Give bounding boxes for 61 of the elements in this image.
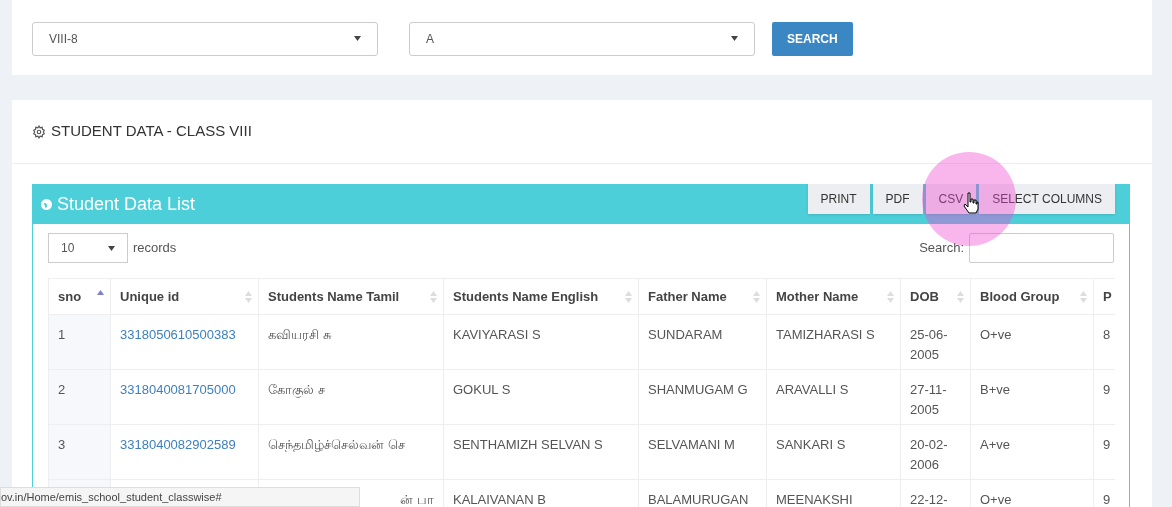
table-cell-text: KALAIVANAN B: [453, 491, 547, 507]
table-cell-text: SHANMUGAM G: [648, 381, 749, 399]
search-button[interactable]: SEARCH: [772, 21, 853, 56]
table-cell-text: O+ve: [980, 326, 1013, 344]
column-header[interactable]: Father Name: [638, 278, 767, 315]
export-button[interactable]: PRINT: [807, 184, 870, 214]
table-cell-text: 2: [58, 381, 67, 399]
settings-icon: [32, 124, 46, 139]
hand-cursor-icon: [963, 192, 979, 214]
select-value: VIII-8: [49, 30, 78, 48]
column-header[interactable]: Students Name English: [443, 278, 639, 315]
table-cell-text: SANKARI S: [776, 436, 847, 454]
table-cell-text: 27-11-2005: [910, 381, 948, 419]
column-header[interactable]: Mother Name: [766, 278, 901, 315]
select-value: A: [426, 30, 434, 48]
table-cell-text: O+ve: [980, 491, 1013, 507]
table-cell-text: TAMIZHARASI S: [776, 326, 876, 344]
export-button[interactable]: PDF: [872, 184, 923, 214]
column-header[interactable]: Blood Group: [970, 278, 1094, 315]
section-title: STUDENT DATA - CLASS VIII: [51, 121, 252, 142]
status-url: ov.in/Home/emis_school_student_classwise#: [1, 489, 222, 505]
table-cell-text: ARAVALLI S: [776, 381, 850, 399]
records-select[interactable]: 10: [48, 233, 128, 263]
table-cell-text: செந்தமிழ்ச்செல்வன் செ: [268, 436, 406, 454]
column-header[interactable]: Students Name Tamil: [258, 278, 444, 315]
table-cell-text: 3: [58, 436, 67, 454]
section-select[interactable]: A: [409, 21, 755, 56]
column-header[interactable]: P: [1093, 278, 1115, 315]
table-cell-text: BALAMURUGAN: [648, 491, 750, 507]
table-cell-text: 22-12-: [910, 491, 949, 507]
table-cell-text: ன் பா: [399, 491, 434, 507]
search-field[interactable]: [969, 233, 1114, 263]
search-label: Search:: [919, 239, 964, 258]
table-cell-text: SENTHAMIZH SELVAN S: [453, 436, 604, 454]
table-cell-text: 9: [1103, 381, 1112, 399]
column-header[interactable]: DOB: [900, 278, 971, 315]
table-cell-text: 9: [1103, 436, 1112, 454]
table-cell-text: SUNDARAM: [648, 326, 724, 344]
caret-icon: [354, 36, 361, 41]
caret-icon: [108, 245, 115, 251]
table-cell-text: 20-02-2006: [910, 436, 949, 474]
export-button[interactable]: SELECT COLUMNS: [979, 184, 1115, 214]
caret-icon: [731, 36, 738, 41]
table-cell-text: 25-06-2005: [910, 326, 949, 364]
table-cell-text: கோகுல் ச: [268, 381, 326, 400]
class-select[interactable]: VIII-8: [32, 21, 378, 56]
table-cell-text: KAVIYARASI S: [453, 326, 542, 344]
table-cell-text: SELVAMANI M: [648, 436, 736, 454]
column-header[interactable]: Unique id: [110, 278, 259, 315]
records-label: records: [133, 239, 177, 258]
table-cell-text: A+ve: [980, 436, 1011, 454]
table-cell-text: கவியரசி சு: [268, 326, 332, 344]
table-cell-text: 9: [1103, 491, 1112, 507]
select-value: 10: [61, 240, 75, 257]
table-cell-text: MEENAKSHI: [776, 491, 854, 507]
table-cell-text: 8: [1103, 326, 1112, 344]
panel-title: Student Data List: [57, 192, 196, 216]
table-cell-text: GOKUL S: [453, 381, 512, 399]
table-cell-text: 1: [58, 326, 67, 344]
table-cell-text: B+ve: [980, 381, 1011, 399]
column-header[interactable]: sno: [48, 278, 111, 315]
